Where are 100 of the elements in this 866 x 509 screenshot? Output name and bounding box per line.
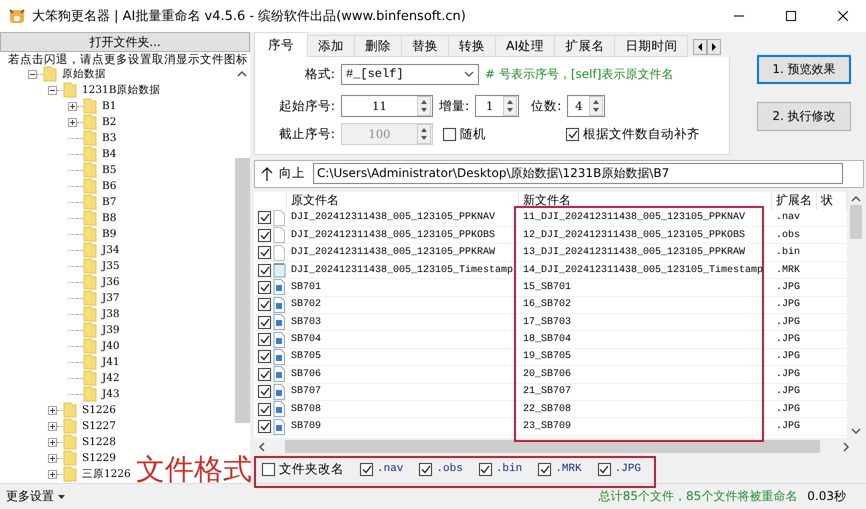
row-checkbox[interactable] [258,402,271,416]
folder-label[interactable]: S1229 [82,452,116,464]
scroll-down-icon[interactable] [850,427,860,436]
scroll-right-icon[interactable] [842,442,850,452]
spin-arrows-icon[interactable] [417,96,431,116]
expand-icon[interactable] [48,470,57,478]
scrollbar-thumb[interactable] [234,158,250,423]
chevron-down-icon[interactable] [464,71,474,77]
row-checkbox[interactable] [258,228,271,242]
maximize-icon[interactable] [786,11,796,21]
checkbox[interactable] [566,128,579,140]
expand-icon[interactable] [68,102,77,110]
row-checkbox[interactable] [258,385,271,398]
folder-label[interactable]: J43 [102,388,120,400]
folder-icon [63,418,77,434]
scroll-left-icon[interactable] [258,442,266,452]
row-checkbox[interactable] [258,298,271,312]
folder-label[interactable]: J40 [102,340,120,352]
column-header[interactable]: 原文件名 [287,192,519,210]
tab[interactable]: 日期时间 [614,35,688,57]
column-header[interactable]: 新文件名 [519,192,772,210]
row-checkbox[interactable] [258,246,271,260]
spin-arrows-icon[interactable] [589,96,604,116]
folder-icon [83,98,97,114]
folder-label[interactable]: B1 [102,100,116,112]
column-header[interactable]: 扩展名 [772,192,817,210]
folder-label[interactable]: B2 [102,116,116,128]
checkbox[interactable] [478,462,492,476]
scroll-left-icon[interactable] [693,39,708,55]
tab[interactable]: 转换 [448,35,496,57]
folder-label[interactable]: B8 [102,212,116,224]
folder-label[interactable]: J38 [102,308,120,320]
tab[interactable]: 扩展名 [554,35,616,57]
expand-icon[interactable] [48,422,57,430]
folder-label[interactable]: S1228 [82,436,116,448]
checkbox[interactable] [262,462,275,476]
spin-arrows-icon[interactable] [503,96,518,116]
table-cell-text: .JPG [775,316,802,328]
collapse-icon[interactable] [28,70,37,78]
close-icon[interactable] [838,11,848,21]
scroll-up-icon[interactable] [237,70,247,78]
folder-label[interactable]: B7 [102,196,116,208]
folder-label[interactable]: J37 [102,292,120,304]
step-field[interactable]: 1 [475,95,520,117]
apply-button[interactable]: 2. 执行修改 [757,102,851,131]
row-checkbox[interactable] [258,350,271,364]
expand-icon[interactable] [48,454,57,462]
tab[interactable]: AI处理 [495,35,556,57]
expand-icon[interactable] [68,118,77,126]
scroll-right-icon[interactable] [707,39,722,55]
folder-label[interactable]: J41 [102,356,120,368]
folder-label[interactable]: B6 [102,180,116,192]
row-checkbox[interactable] [258,280,271,294]
folder-label[interactable]: B5 [102,164,116,176]
row-checkbox[interactable] [258,420,271,434]
checkbox[interactable] [443,128,456,140]
more-settings-button[interactable]: 更多设置 [6,488,65,505]
checkbox[interactable] [598,462,611,476]
folder-label[interactable]: 1231B原始数据 [82,83,160,97]
tab[interactable]: 替换 [401,35,449,57]
digits-field[interactable]: 4 [567,95,606,117]
expand-icon[interactable] [48,406,57,414]
preview-button[interactable]: 1. 预览效果 [757,55,851,84]
caret-icon[interactable] [58,494,65,498]
start-number-field[interactable]: 11 [341,95,433,117]
tab[interactable]: 序号 [254,32,308,57]
folder-label[interactable]: B9 [102,228,116,240]
path-field[interactable]: C:\Users\Administrator\Desktop\原始数据\1231B原始数据\B7 [313,163,843,184]
collapse-icon[interactable] [48,86,57,94]
folder-label[interactable]: J35 [102,260,120,272]
scroll-up-icon[interactable] [850,194,860,203]
folder-label[interactable]: B4 [102,148,116,160]
folder-label[interactable]: 三原1226 [82,467,131,481]
scrollbar-thumb[interactable] [850,204,862,239]
scrollbar-thumb[interactable] [284,440,820,454]
folder-label[interactable]: 原始数据 [62,67,106,81]
folder-label[interactable]: B3 [102,132,116,144]
folder-label[interactable]: S1227 [82,420,116,432]
row-checkbox[interactable] [258,316,271,329]
open-folder-button[interactable]: 打开文件夹... [0,32,250,52]
expand-icon[interactable] [48,438,57,446]
tab[interactable]: 添加 [307,35,355,57]
up-button[interactable]: 向上 [261,165,309,182]
folder-icon [63,466,77,482]
checkbox[interactable] [419,462,432,476]
checkbox[interactable] [538,462,552,476]
folder-label[interactable]: J36 [102,276,120,288]
folder-label[interactable]: J34 [102,244,120,256]
row-checkbox[interactable] [258,368,271,381]
row-checkbox[interactable] [258,333,271,346]
row-checkbox[interactable] [258,264,271,277]
format-dropdown[interactable]: #_[self] [341,64,479,84]
folder-label[interactable]: J42 [102,372,120,384]
table-cell-text: 15_SB701 [522,282,572,293]
row-checkbox[interactable] [258,211,271,224]
folder-label[interactable]: S1226 [82,404,116,416]
folder-label[interactable]: J39 [102,324,120,336]
table-cell-text: SB709 [290,421,322,432]
checkbox[interactable] [360,462,373,476]
tab[interactable]: 删除 [354,35,402,57]
